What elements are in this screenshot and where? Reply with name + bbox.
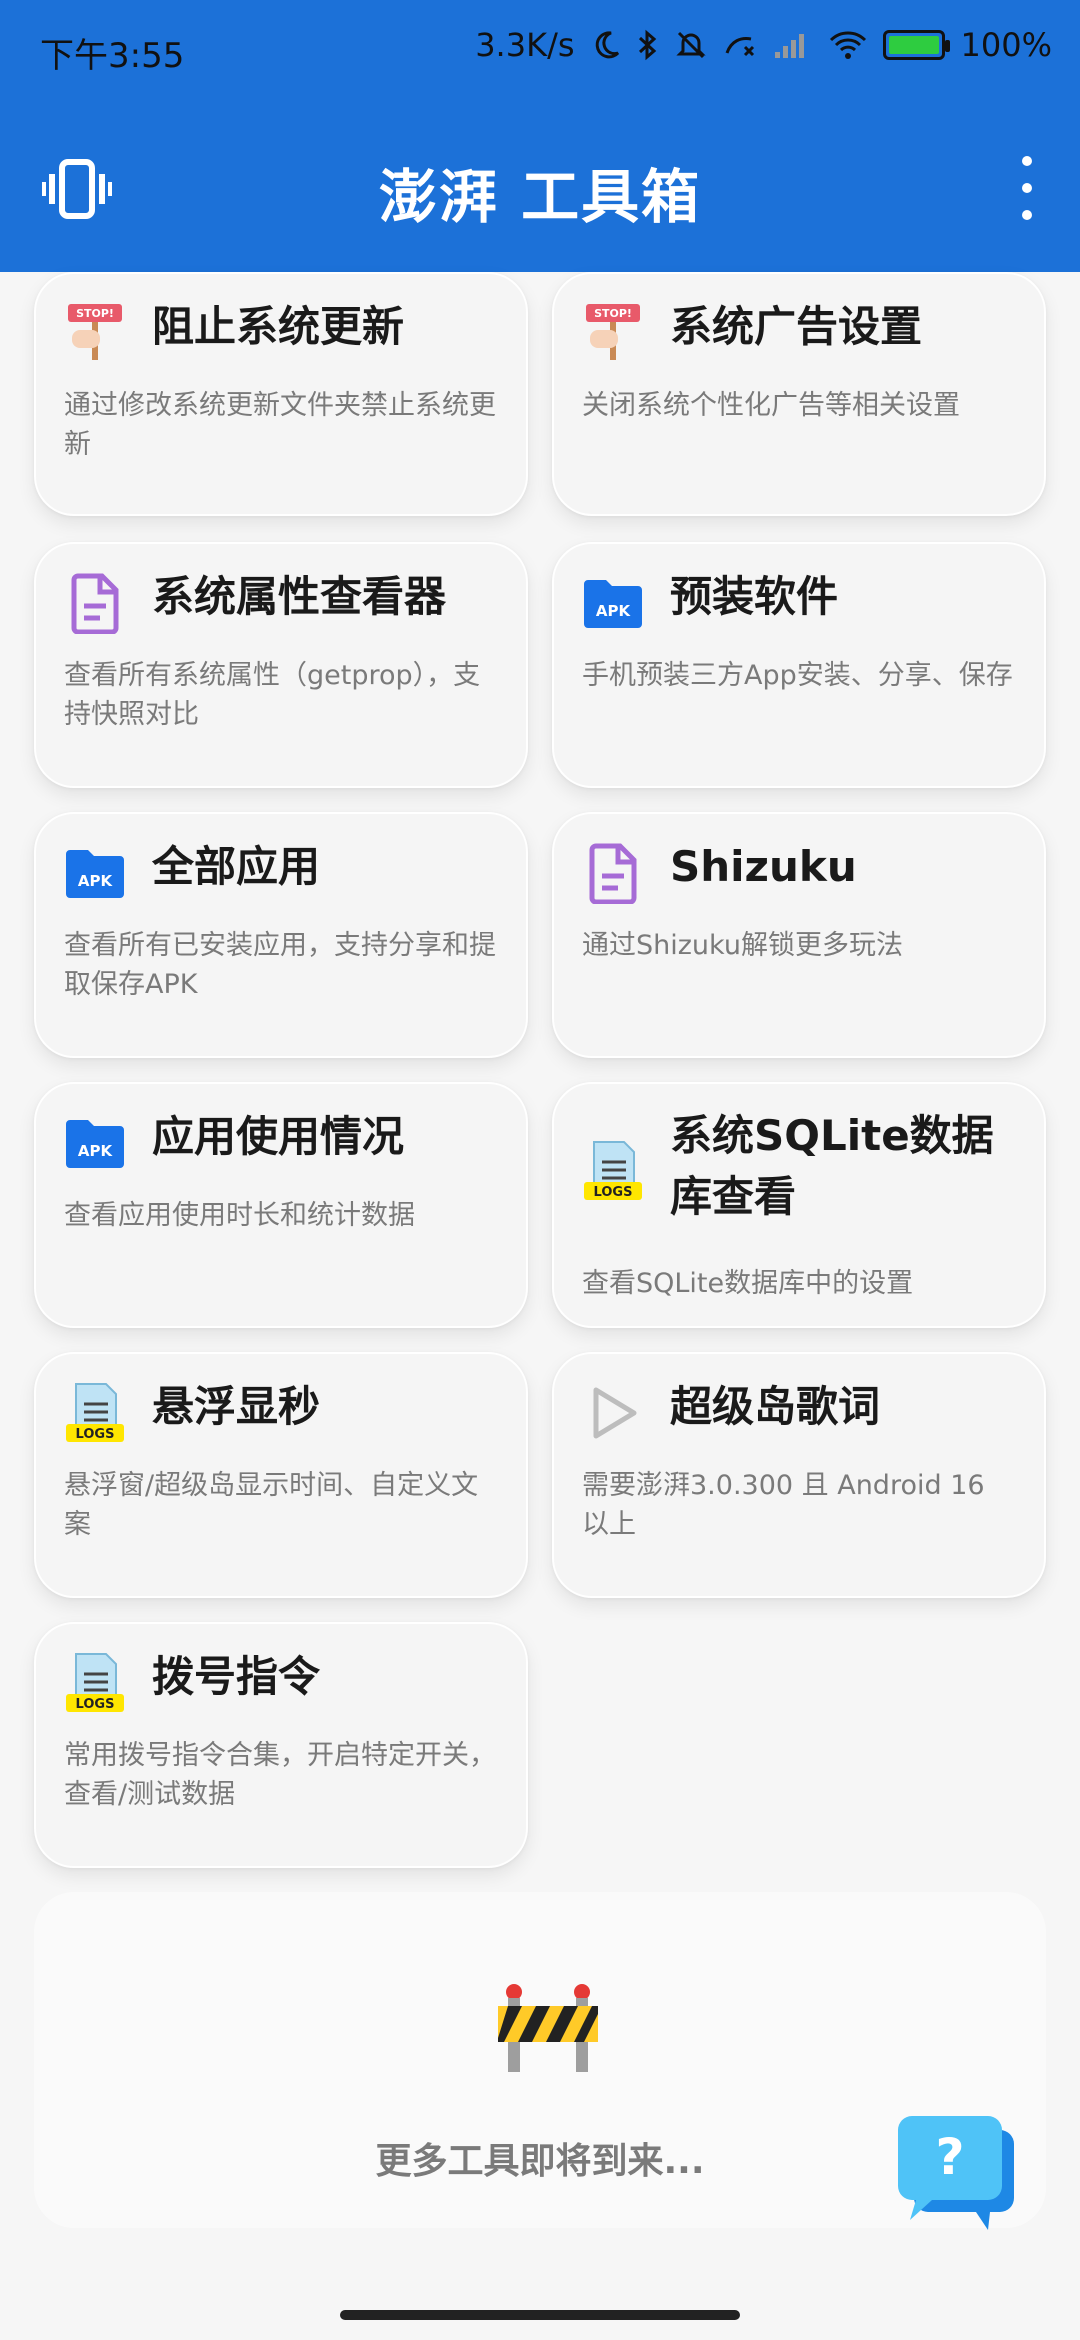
card-title: 系统属性查看器 [152, 572, 447, 621]
card-island-lyrics[interactable]: 超级岛歌词 需要澎湃3.0.300 且 Android 16 以上 [552, 1352, 1046, 1598]
card-title: 系统广告设置 [670, 302, 923, 351]
network-speed: 3.3K/s [475, 26, 575, 64]
status-bar: 下午3:55 3.3K/s 100% [0, 0, 1080, 100]
apk-folder-icon: APK [64, 842, 126, 904]
card-app-usage[interactable]: APK 应用使用情况 查看应用使用时长和统计数据 [34, 1082, 528, 1328]
logs-icon: LOGS [64, 1652, 126, 1714]
apk-folder-icon: APK [582, 572, 644, 634]
card-ad-settings[interactable]: STOP! 系统广告设置 关闭系统个性化广告等相关设置 [552, 272, 1046, 516]
document-icon [64, 572, 126, 635]
status-icons: 3.3K/s 100% [475, 26, 1052, 64]
coming-soon-panel: 更多工具即将到来... [34, 1892, 1046, 2228]
card-title: 预装软件 [670, 572, 839, 621]
svg-text:?: ? [935, 2128, 964, 2186]
svg-text:STOP!: STOP! [594, 307, 632, 320]
svg-text:APK: APK [78, 1142, 114, 1160]
bluetooth-icon [637, 29, 659, 61]
card-desc: 查看所有已安装应用，支持分享和提取保存APK [64, 930, 496, 1001]
card-prop-viewer[interactable]: 系统属性查看器 查看所有系统属性（getprop），支持快照对比 [34, 542, 528, 788]
card-title: 全部应用 [152, 842, 321, 891]
svg-text:LOGS: LOGS [76, 1697, 115, 1712]
home-indicator[interactable] [340, 2310, 740, 2320]
wifi-icon [829, 30, 867, 60]
card-float-seconds[interactable]: LOGS 悬浮显秒 悬浮窗/超级岛显示时间、自定义文案 [34, 1352, 528, 1598]
stop-sign-icon: STOP! [64, 302, 126, 364]
card-desc: 悬浮窗/超级岛显示时间、自定义文案 [64, 1470, 479, 1541]
svg-text:LOGS: LOGS [594, 1185, 633, 1200]
card-desc: 查看应用使用时长和统计数据 [64, 1200, 415, 1231]
svg-text:LOGS: LOGS [76, 1427, 115, 1442]
card-preinstalled[interactable]: APK 预装软件 手机预装三方App安装、分享、保存 [552, 542, 1046, 788]
card-title: 拨号指令 [152, 1652, 321, 1701]
coming-soon-text: 更多工具即将到来... [375, 2141, 705, 2182]
card-block-update[interactable]: STOP! 阻止系统更新 通过修改系统更新文件夹禁止系统更新 [34, 272, 528, 516]
card-desc: 查看所有系统属性（getprop），支持快照对比 [64, 660, 481, 731]
card-sqlite[interactable]: LOGS 系统SQLite数据库查看 查看SQLite数据库中的设置 [552, 1082, 1046, 1328]
logs-icon: LOGS [582, 1140, 644, 1202]
battery-icon [882, 30, 950, 60]
card-all-apps[interactable]: APK 全部应用 查看所有已安装应用，支持分享和提取保存APK [34, 812, 528, 1058]
card-title: 阻止系统更新 [152, 302, 405, 351]
construction-barrier-icon [496, 1982, 600, 2076]
card-desc: 常用拨号指令合集，开启特定开关，查看/测试数据 [64, 1740, 496, 1811]
card-title: 应用使用情况 [152, 1112, 405, 1161]
document-icon [582, 842, 644, 905]
card-desc: 通过修改系统更新文件夹禁止系统更新 [64, 390, 496, 461]
bell-muted-icon [675, 29, 707, 61]
card-desc: 通过Shizuku解锁更多玩法 [582, 930, 903, 961]
help-chat-icon: ? [898, 2116, 1014, 2230]
svg-text:STOP!: STOP! [76, 307, 114, 320]
card-desc: 查看SQLite数据库中的设置 [582, 1268, 914, 1299]
call-forward-icon [723, 29, 757, 61]
card-title: Shizuku [670, 842, 857, 891]
svg-text:APK: APK [596, 602, 632, 620]
card-title: 系统SQLite数据库查看 [670, 1111, 994, 1221]
play-icon [582, 1382, 644, 1444]
card-title: 超级岛歌词 [670, 1382, 881, 1431]
card-desc: 关闭系统个性化广告等相关设置 [582, 390, 960, 421]
card-dial-codes[interactable]: LOGS 拨号指令 常用拨号指令合集，开启特定开关，查看/测试数据 [34, 1622, 528, 1868]
stop-sign-icon: STOP! [582, 302, 644, 364]
moon-icon [591, 30, 621, 60]
app-header: 下午3:55 3.3K/s 100% 澎湃 工具箱 [0, 0, 1080, 272]
card-desc: 需要澎湃3.0.300 且 Android 16 以上 [582, 1470, 985, 1541]
card-shizuku[interactable]: Shizuku 通过Shizuku解锁更多玩法 [552, 812, 1046, 1058]
help-chat-button[interactable]: ? [896, 2112, 1020, 2236]
app-bar: 澎湃 工具箱 [0, 140, 1080, 240]
logs-icon: LOGS [64, 1382, 126, 1444]
card-title: 悬浮显秒 [152, 1382, 321, 1431]
card-desc: 手机预装三方App安装、分享、保存 [582, 660, 1013, 691]
apk-folder-icon: APK [64, 1112, 126, 1174]
page-title: 澎湃 工具箱 [378, 163, 702, 231]
more-menu-icon[interactable] [1012, 156, 1042, 220]
svg-text:APK: APK [78, 872, 114, 890]
status-time: 下午3:55 [40, 36, 185, 76]
signal-icon [773, 30, 813, 60]
battery-percent: 100% [960, 26, 1052, 64]
